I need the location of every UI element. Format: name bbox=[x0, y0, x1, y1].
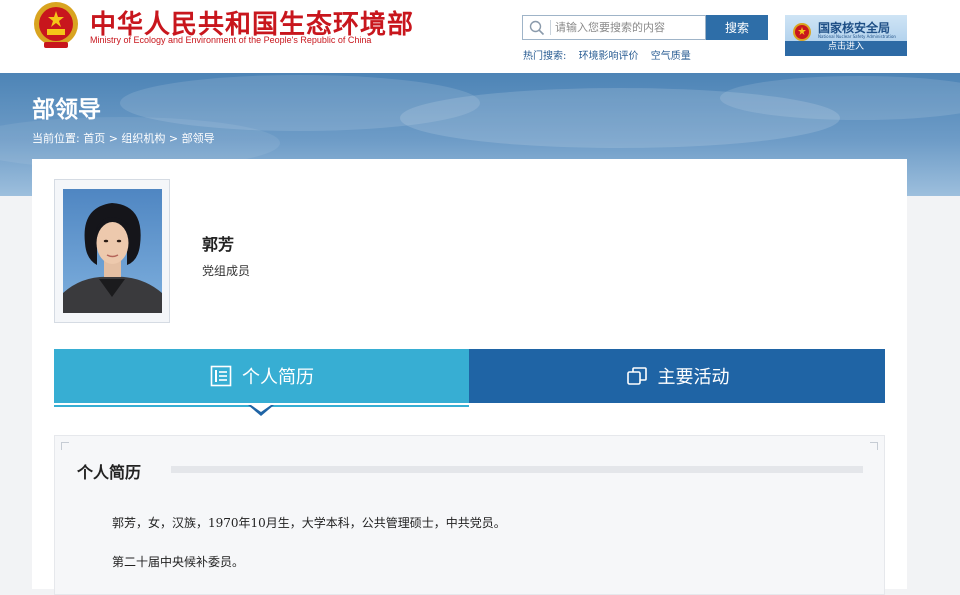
leader-position: 党组成员 bbox=[202, 264, 251, 278]
portrait-illustration bbox=[63, 189, 162, 313]
national-emblem-icon[interactable] bbox=[30, 0, 82, 52]
search-divider bbox=[550, 20, 551, 35]
tab-resume-inner: 个人简历 bbox=[54, 349, 469, 403]
national-emblem-small-icon bbox=[793, 23, 811, 41]
search-button[interactable]: 搜索 bbox=[706, 15, 768, 40]
site-header: 中华人民共和国生态环境部 Ministry of Ecology and Env… bbox=[0, 0, 960, 73]
leader-name: 郭芳 bbox=[202, 235, 235, 254]
resume-line: 郭芳，女，汉族，1970年10月生，大学本科，公共管理硕士，中共党员。 bbox=[112, 516, 506, 530]
portrait-frame bbox=[54, 179, 170, 323]
tab-resume[interactable]: 个人简历 bbox=[54, 349, 469, 403]
resume-line: 第二十届中央候补委员。 bbox=[112, 555, 245, 569]
active-tab-pointer-inner bbox=[251, 405, 271, 412]
tab-resume-label: 个人简历 bbox=[242, 367, 314, 388]
tab-activities-label: 主要活动 bbox=[657, 367, 730, 388]
corner-decoration bbox=[61, 442, 69, 450]
search-input[interactable] bbox=[555, 18, 701, 37]
nnsa-enter-label: 点击进入 bbox=[785, 41, 907, 53]
corner-decoration bbox=[870, 442, 878, 450]
site-subtitle: Ministry of Ecology and Environment of t… bbox=[90, 35, 372, 45]
resume-section: 个人简历 郭芳，女，汉族，1970年10月生，大学本科，公共管理硕士，中共党员。… bbox=[54, 435, 885, 595]
portrait-photo bbox=[63, 189, 162, 313]
tab-activities[interactable]: 主要活动 bbox=[469, 349, 885, 403]
hot-search-link-eia[interactable]: 环境影响评价 bbox=[579, 51, 639, 62]
nnsa-banner-link[interactable]: 国家核安全局 National Nuclear Safety Administr… bbox=[785, 15, 907, 56]
document-list-icon bbox=[210, 365, 232, 387]
tab-activities-inner: 主要活动 bbox=[469, 349, 885, 403]
resume-heading: 个人简历 bbox=[77, 463, 142, 482]
content-card: 郭芳 党组成员 个人简历 主要活动 个人简历 郭芳，女，汉族，1970年10月生… bbox=[32, 159, 907, 595]
hot-search: 热门搜索: 环境影响评价 空气质量 bbox=[523, 47, 700, 62]
nnsa-english-name: National Nuclear Safety Administration bbox=[818, 34, 896, 39]
search-box[interactable] bbox=[522, 15, 706, 40]
heading-rule bbox=[171, 466, 863, 473]
hot-search-label: 热门搜索: bbox=[523, 51, 567, 62]
search-icon bbox=[529, 20, 545, 36]
copy-pages-icon bbox=[626, 367, 647, 385]
page-title: 部领导 bbox=[32, 97, 101, 123]
breadcrumb[interactable]: 当前位置: 首页 > 组织机构 > 部领导 bbox=[32, 130, 215, 146]
hot-search-link-air-quality[interactable]: 空气质量 bbox=[651, 51, 691, 62]
